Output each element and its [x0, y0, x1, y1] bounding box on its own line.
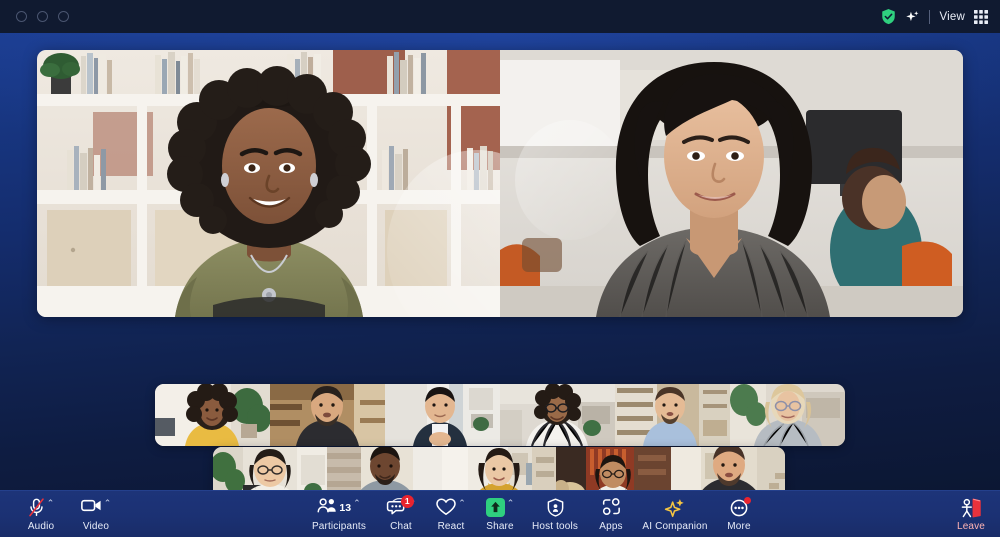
maximize-button[interactable]: [58, 11, 69, 22]
thumb-2[interactable]: [270, 384, 385, 446]
video-button[interactable]: ⌃ Video: [64, 491, 128, 537]
thumb-5[interactable]: [615, 384, 730, 446]
host-tools-label: Host tools: [532, 520, 578, 532]
sparkle-icon[interactable]: [905, 9, 920, 25]
apps-label: Apps: [599, 520, 623, 532]
chat-bubble-icon: 1: [386, 494, 414, 516]
thumb-11[interactable]: [670, 447, 785, 490]
title-bar: View: [0, 0, 1000, 33]
green-shield-check-icon[interactable]: [881, 8, 896, 25]
speaker-tile-1[interactable]: [37, 50, 500, 317]
zoom-meeting-window: View ⌃ Audio ⌃ Video 13 ⌃ Participants 1…: [0, 0, 1000, 537]
video-label: Video: [82, 520, 110, 532]
leave-button[interactable]: Leave: [939, 491, 1000, 537]
thumb-9[interactable]: [441, 447, 557, 490]
thumb-10[interactable]: [556, 447, 671, 490]
close-button[interactable]: [16, 11, 27, 22]
minimize-button[interactable]: [37, 11, 48, 22]
thumb-6[interactable]: [730, 384, 845, 446]
shield-icon: [547, 497, 564, 517]
more-notification-dot: [743, 496, 751, 504]
leave-label: Leave: [957, 520, 985, 532]
leave-door-icon: [960, 498, 982, 518]
apps-icon: [602, 497, 621, 516]
sparkle-icon: [664, 498, 685, 517]
participants-icon: [317, 497, 338, 514]
microphone-muted-icon: [28, 497, 45, 517]
meeting-stage: [0, 33, 1000, 490]
title-bar-divider: [929, 9, 931, 24]
audio-label: Audio: [27, 520, 55, 532]
ai-companion-label: AI Companion: [642, 520, 708, 532]
participants-count: 13: [339, 501, 352, 514]
video-chevron-icon[interactable]: ⌃: [104, 498, 112, 508]
participants-chevron-icon[interactable]: ⌃: [353, 498, 361, 508]
react-label: React: [437, 520, 465, 532]
active-speaker-grid: [37, 50, 963, 317]
filmstrip-row-bottom: [213, 447, 785, 490]
title-bar-right-controls: View: [881, 0, 988, 33]
meeting-toolbar: ⌃ Audio ⌃ Video 13 ⌃ Participants 1 Chat…: [0, 490, 1000, 537]
share-screen-icon: [485, 497, 505, 517]
view-label[interactable]: View: [939, 11, 965, 23]
speaker-tile-2[interactable]: [500, 50, 963, 317]
thumb-7[interactable]: [213, 447, 328, 490]
thumb-8[interactable]: [327, 447, 442, 490]
thumb-1[interactable]: [155, 384, 270, 446]
window-controls: [0, 11, 69, 22]
more-button[interactable]: More: [707, 491, 771, 537]
thumb-3[interactable]: [385, 384, 500, 446]
camera-icon: [80, 498, 102, 513]
chat-unread-badge: 1: [400, 494, 414, 508]
thumb-4[interactable]: [500, 384, 615, 446]
grid-layout-icon[interactable]: [974, 9, 988, 24]
react-chevron-icon[interactable]: ⌃: [458, 498, 466, 508]
more-label: More: [727, 520, 751, 532]
heart-icon: [436, 497, 456, 516]
chat-label: Chat: [390, 520, 412, 532]
more-circle-icon: [730, 496, 751, 517]
filmstrip-row-top: [155, 384, 845, 446]
participants-label: Participants: [311, 520, 367, 532]
audio-chevron-icon[interactable]: ⌃: [47, 498, 55, 508]
